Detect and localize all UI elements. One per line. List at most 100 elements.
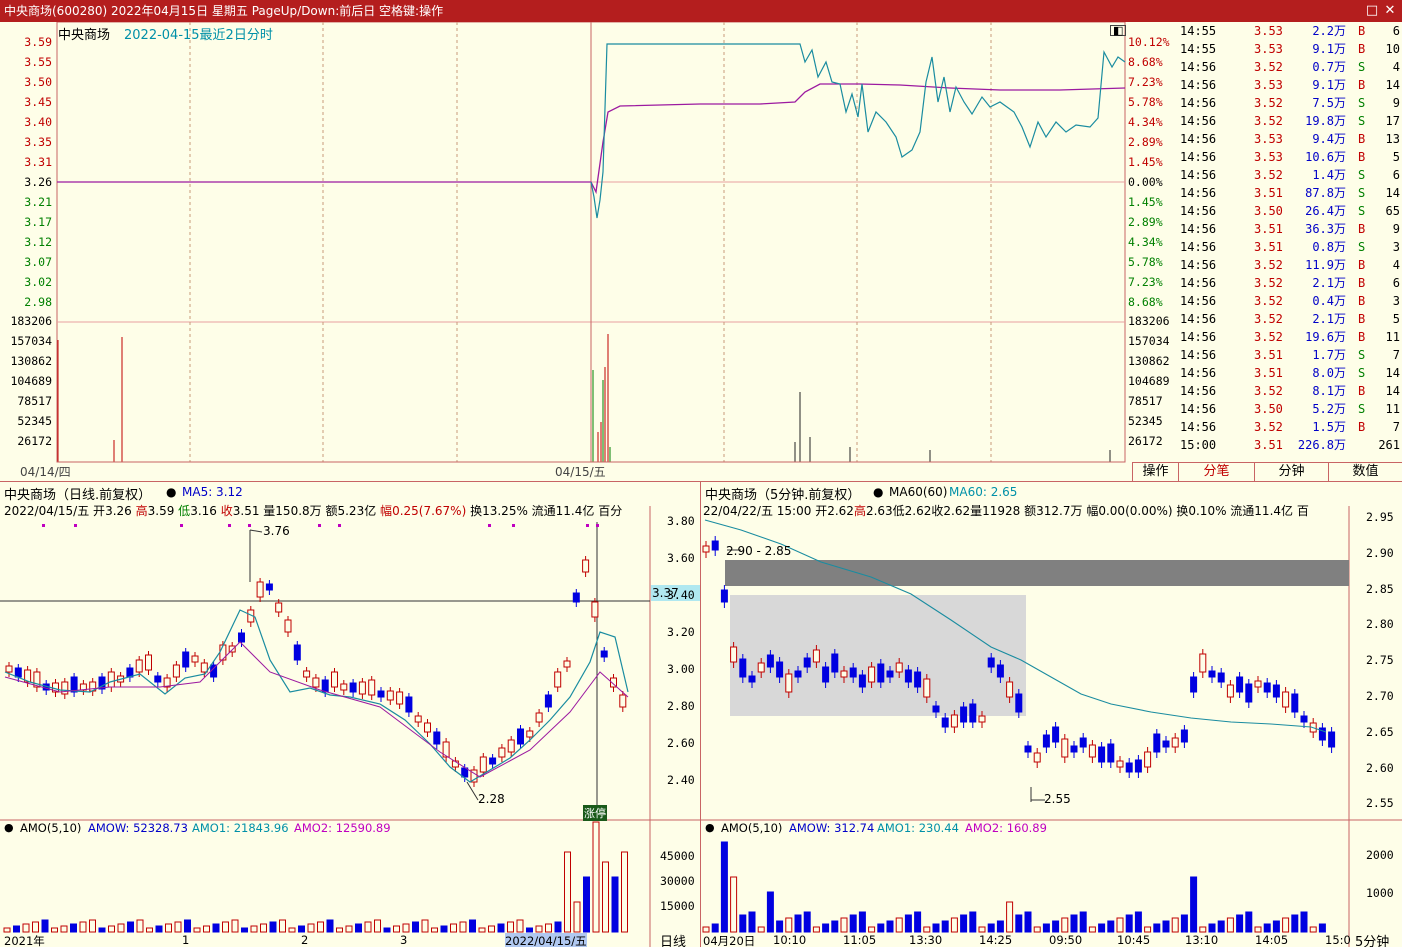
daily-candle bbox=[135, 659, 143, 673]
tab-operate[interactable]: 操作 bbox=[1132, 463, 1178, 481]
min5-amo-bar bbox=[996, 920, 1004, 933]
min5-ma-circle-icon[interactable]: ● bbox=[873, 485, 883, 499]
daily-amo-circle-icon[interactable]: ● bbox=[4, 821, 14, 834]
daily-amo-header: AMO(5,10) bbox=[20, 821, 82, 835]
tick-row[interactable]: 14:56 3.51 36.3万 B 9 bbox=[1178, 220, 1402, 238]
min5-candle bbox=[1300, 715, 1308, 723]
daily-amo-bar bbox=[117, 923, 125, 933]
daily-amo-bar bbox=[516, 919, 524, 933]
tick-row[interactable]: 14:56 3.51 8.0万 S 14 bbox=[1178, 364, 1402, 382]
intraday-vol-tick-left: 104689 bbox=[10, 374, 52, 388]
tick-volume: 26.4万 bbox=[1305, 204, 1346, 218]
intraday-pct-tick: 8.68% bbox=[1128, 55, 1163, 69]
min5-high-marker: 2.90 - 2.85 bbox=[726, 544, 792, 558]
min5-period-label[interactable]: 5分钟 bbox=[1355, 931, 1389, 947]
min5-candle bbox=[1042, 734, 1050, 748]
tick-row[interactable]: 14:56 3.52 19.8万 S 17 bbox=[1178, 112, 1402, 130]
tick-row[interactable]: 14:56 3.51 1.7万 S 7 bbox=[1178, 346, 1402, 364]
tick-list[interactable]: 14:55 3.53 2.2万 B 6 14:55 3.53 9.1万 B 10 14:56 3.52… bbox=[1178, 22, 1402, 462]
tick-side: S bbox=[1358, 186, 1366, 200]
tick-row[interactable]: 14:56 3.53 9.4万 B 13 bbox=[1178, 130, 1402, 148]
intraday-toggle-icon[interactable]: ◧ bbox=[1110, 25, 1127, 36]
tick-row[interactable]: 14:56 3.53 9.1万 B 14 bbox=[1178, 76, 1402, 94]
tick-price: 3.52 bbox=[1254, 60, 1283, 74]
daily-candle bbox=[572, 592, 580, 603]
tick-row[interactable]: 14:56 3.52 0.4万 B 3 bbox=[1178, 292, 1402, 310]
min5-price-tick: 2.65 bbox=[1366, 724, 1394, 739]
daily-amo-bar bbox=[89, 919, 96, 933]
intraday-vol-tick-left: 157034 bbox=[10, 334, 52, 348]
daily-amo-bar bbox=[13, 925, 20, 933]
min5-amo-bar bbox=[1245, 911, 1253, 933]
tick-row[interactable]: 14:56 3.52 0.7万 S 4 bbox=[1178, 58, 1402, 76]
daily-candle bbox=[507, 739, 515, 753]
min5-amo-bar bbox=[895, 917, 903, 933]
min5-low-marker: 2.55 bbox=[1044, 792, 1071, 806]
tick-row[interactable]: 14:56 3.52 8.1万 B 14 bbox=[1178, 382, 1402, 400]
tick-row[interactable]: 14:56 3.53 10.6万 B 5 bbox=[1178, 148, 1402, 166]
daily-amo-bar bbox=[260, 923, 267, 933]
tick-side: S bbox=[1358, 60, 1366, 74]
daily-ma-circle-icon[interactable]: ● bbox=[166, 485, 176, 499]
min5-candle bbox=[748, 675, 756, 683]
daily-amo-bar bbox=[402, 923, 410, 933]
tick-row[interactable]: 14:56 3.51 87.8万 S 14 bbox=[1178, 184, 1402, 202]
tick-price: 3.53 bbox=[1254, 132, 1283, 146]
tick-row[interactable]: 14:55 3.53 2.2万 B 6 bbox=[1178, 22, 1402, 40]
min5-candle bbox=[969, 703, 977, 723]
min5-amo-bar bbox=[757, 926, 765, 933]
min5-kline-panel[interactable]: 中央商场（5分钟.前复权） ● MA60(60) MA60: 2.65 22/0… bbox=[701, 481, 1402, 947]
tick-side: S bbox=[1358, 168, 1366, 182]
tick-row[interactable]: 14:56 3.52 1.5万 B 7 bbox=[1178, 418, 1402, 436]
tick-side: S bbox=[1358, 96, 1366, 110]
tick-price: 3.53 bbox=[1254, 42, 1283, 56]
intraday-pct-tick: 5.78% bbox=[1128, 95, 1163, 109]
tick-row[interactable]: 14:55 3.53 9.1万 B 10 bbox=[1178, 40, 1402, 58]
min5-candle bbox=[1125, 762, 1133, 773]
restore-button[interactable]: □ bbox=[1362, 0, 1382, 22]
tick-time: 14:56 bbox=[1180, 420, 1217, 434]
daily-amo-bar bbox=[41, 919, 49, 933]
daily-period-label[interactable]: 日线 bbox=[660, 931, 686, 947]
min5-amo-bar bbox=[1033, 926, 1041, 933]
daily-amo-bar bbox=[412, 921, 419, 933]
tick-row[interactable]: 14:56 3.52 1.4万 S 6 bbox=[1178, 166, 1402, 184]
min5-amo-bar bbox=[1107, 920, 1115, 933]
tick-count: 17 bbox=[1385, 114, 1400, 128]
tab-minute[interactable]: 分钟 bbox=[1254, 463, 1328, 481]
min5-amo-bar bbox=[969, 911, 977, 933]
min5-chart-svg bbox=[701, 506, 1402, 947]
intraday-pct-tick: 5.78% bbox=[1128, 255, 1163, 269]
min5-candle bbox=[1088, 744, 1096, 758]
daily-candle bbox=[349, 682, 357, 693]
tab-tick[interactable]: 分笔 bbox=[1178, 463, 1254, 481]
daily-candle bbox=[368, 679, 376, 696]
tab-value[interactable]: 数值 bbox=[1328, 463, 1402, 481]
intraday-vol-tick-right: 183206 bbox=[1128, 314, 1170, 328]
min5-low: 低2.62 bbox=[892, 504, 932, 518]
intraday-chart-panel[interactable]: 中央商场 2022-04-15最近2日分时 ◧ 3.59 3.55 3.50 3.45… bbox=[0, 22, 1176, 481]
min5-amo-bar bbox=[1024, 911, 1032, 933]
min5-x-label: 13:30 bbox=[909, 933, 943, 947]
tick-row[interactable]: 14:56 3.50 26.4万 S 65 bbox=[1178, 202, 1402, 220]
min5-candle bbox=[1272, 684, 1280, 698]
tick-row[interactable]: 14:56 3.51 0.8万 S 3 bbox=[1178, 238, 1402, 256]
tick-row[interactable]: 14:56 3.52 7.5万 S 9 bbox=[1178, 94, 1402, 112]
min5-amo-circle-icon[interactable]: ● bbox=[705, 821, 715, 834]
daily-candle bbox=[182, 651, 190, 668]
tick-row[interactable]: 14:56 3.52 2.1万 B 5 bbox=[1178, 310, 1402, 328]
min5-x-label: 15:0 bbox=[1325, 933, 1351, 947]
tick-row[interactable]: 14:56 3.52 2.1万 B 6 bbox=[1178, 274, 1402, 292]
min5-amo-bar bbox=[941, 920, 949, 933]
daily-header: 中央商场（日线.前复权） bbox=[4, 488, 152, 503]
tick-row[interactable]: 14:56 3.50 5.2万 S 11 bbox=[1178, 400, 1402, 418]
daily-amo-bar bbox=[336, 927, 343, 933]
close-button[interactable]: ✕ bbox=[1380, 0, 1400, 22]
daily-candle bbox=[275, 602, 283, 613]
daily-candle bbox=[5, 665, 13, 673]
daily-kline-panel[interactable]: 中央商场（日线.前复权） ● MA5: 3.12 2022/04/15/五 开3… bbox=[0, 481, 701, 947]
tick-row[interactable]: 15:00 3.51 226.8万 261 bbox=[1178, 436, 1402, 454]
tick-row[interactable]: 14:56 3.52 11.9万 B 4 bbox=[1178, 256, 1402, 274]
tick-count: 9 bbox=[1392, 222, 1400, 236]
tick-row[interactable]: 14:56 3.52 19.6万 B 11 bbox=[1178, 328, 1402, 346]
